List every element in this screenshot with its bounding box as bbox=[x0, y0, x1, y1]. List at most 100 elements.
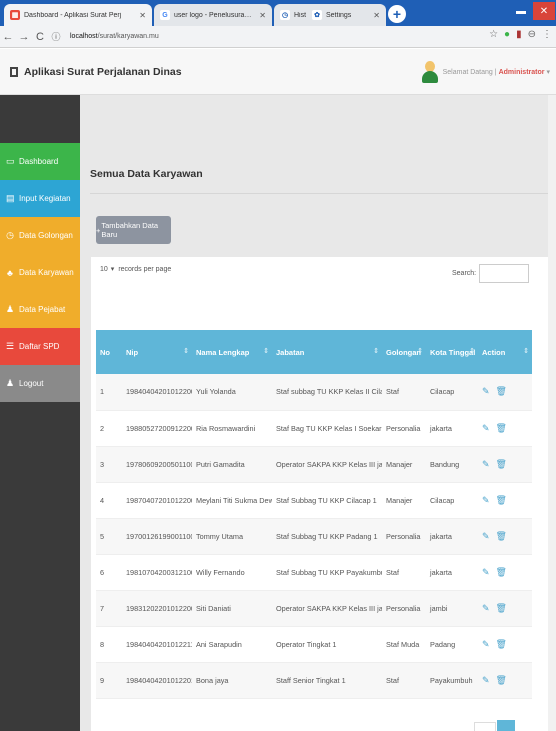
cell-jabatan: Staf subbag TU KKP Kelas II Cilacap bbox=[272, 374, 382, 411]
cell-kota: jambi bbox=[426, 590, 478, 627]
trash-icon[interactable]: 🗑 bbox=[496, 495, 507, 505]
trash-icon[interactable]: 🗑 bbox=[496, 459, 507, 469]
sort-icon: ⇕ bbox=[263, 348, 269, 355]
cell-jabatan: Staf Subbag TU KKP Cilacap 1 bbox=[272, 482, 382, 519]
sidebar-item-data-golongan[interactable]: ◷ Data Golongan bbox=[0, 217, 80, 254]
edit-icon[interactable]: ✎ bbox=[482, 386, 490, 396]
star-icon[interactable]: ☆ bbox=[489, 29, 498, 40]
column-header-nama[interactable]: Nama Lengkap ⇕ bbox=[192, 330, 272, 374]
sidebar-item-logout[interactable]: ♟ Logout bbox=[0, 365, 80, 402]
column-header-golongan[interactable]: Golongan ⇕ bbox=[382, 330, 426, 374]
trash-icon[interactable]: 🗑 bbox=[496, 531, 507, 541]
cell-golongan: Manajer bbox=[382, 482, 426, 519]
back-icon[interactable]: ← bbox=[0, 31, 16, 43]
trash-icon[interactable]: 🗑 bbox=[496, 567, 507, 577]
trash-icon[interactable]: 🗑 bbox=[496, 423, 507, 433]
cell-golongan: Staf bbox=[382, 374, 426, 411]
table-row: 7 198312022010122002 Siti Daniati Operat… bbox=[96, 590, 532, 627]
edit-icon[interactable]: ✎ bbox=[482, 459, 490, 469]
cell-kota: Payakumbuh bbox=[426, 662, 478, 699]
sidebar-item-daftar-spd[interactable]: ☰ Daftar SPD bbox=[0, 328, 80, 365]
sidebar-item-input-kegiatan[interactable]: ▤ Input Kegiatan bbox=[0, 180, 80, 217]
extension-icon-2[interactable]: ▮ bbox=[516, 29, 522, 40]
edit-icon[interactable]: ✎ bbox=[482, 495, 490, 505]
cell-nama: Meylani Titi Sukma Dewi bbox=[192, 482, 272, 519]
trash-icon[interactable]: 🗑 bbox=[496, 386, 507, 396]
cell-nama: Putri Gamadita bbox=[192, 446, 272, 483]
sidebar-item-dashboard[interactable]: ▭ Dashboard bbox=[0, 143, 80, 180]
trash-icon[interactable]: 🗑 bbox=[496, 675, 507, 685]
cell-golongan: Staf bbox=[382, 554, 426, 591]
edit-icon[interactable]: ✎ bbox=[482, 531, 490, 541]
edit-icon[interactable]: ✎ bbox=[482, 639, 490, 649]
cell-nip: 198404042010122011 bbox=[122, 662, 192, 699]
account-icon[interactable]: ⊖ bbox=[528, 29, 536, 40]
table-row: 1 198404042010122003 Yuli Yolanda Staf s… bbox=[96, 374, 532, 411]
table-row: 2 198805272009122001 Ria Rosmawardini St… bbox=[96, 410, 532, 447]
close-icon[interactable]: ✕ bbox=[373, 11, 380, 20]
cell-nama: Bona jaya bbox=[192, 662, 272, 699]
chevron-down-icon: ▾ bbox=[546, 69, 550, 76]
gear-icon: ✿ bbox=[312, 10, 322, 20]
close-window-icon[interactable]: ✕ bbox=[533, 2, 555, 20]
info-icon[interactable]: ⓘ bbox=[48, 30, 64, 43]
document-icon: ▤ bbox=[6, 193, 15, 203]
add-data-button[interactable]: + Tambahkan Data Baru bbox=[96, 216, 171, 244]
new-tab-button[interactable]: + bbox=[388, 5, 406, 23]
browser-tab-google[interactable]: G user logo - Penelusuran Google ✕ bbox=[154, 4, 272, 26]
cell-golongan: Personalia bbox=[382, 518, 426, 555]
sort-icon: ⇕ bbox=[183, 348, 189, 355]
sidebar-item-data-karyawan[interactable]: ♣ Data Karyawan bbox=[0, 254, 80, 291]
cell-no: 8 bbox=[96, 626, 122, 663]
table-row: 6 198107042003121003 Willy Fernando Staf… bbox=[96, 554, 532, 591]
edit-icon[interactable]: ✎ bbox=[482, 567, 490, 577]
app-brand[interactable]: Aplikasi Surat Perjalanan Dinas bbox=[10, 66, 182, 78]
scrollbar[interactable] bbox=[548, 95, 556, 731]
pagination-current[interactable] bbox=[497, 720, 515, 731]
column-header-jabatan[interactable]: Jabatan ⇕ bbox=[272, 330, 382, 374]
column-header-action[interactable]: Action ⇕ bbox=[478, 330, 532, 374]
column-header-nip[interactable]: Nip ⇕ bbox=[122, 330, 192, 374]
minimize-icon[interactable]: ▬ bbox=[510, 2, 532, 20]
chevron-down-icon: ▾ bbox=[110, 266, 115, 273]
sidebar-item-data-pejabat[interactable]: ♟ Data Pejabat bbox=[0, 291, 80, 328]
user-menu[interactable]: Selamat Datang | Administrator ▾ bbox=[421, 61, 550, 83]
table-row: 3 197806092005011003 Putri Gamadita Oper… bbox=[96, 446, 532, 483]
cell-jabatan: Staf Subbag TU KKP Padang 1 bbox=[272, 518, 382, 555]
url-field[interactable]: localhost/surat/karyawan.mu bbox=[70, 33, 159, 40]
cell-nama: Ria Rosmawardini bbox=[192, 410, 272, 447]
close-icon[interactable]: ✕ bbox=[139, 11, 146, 20]
edit-icon[interactable]: ✎ bbox=[482, 675, 490, 685]
column-header-kota[interactable]: Kota Tinggal ⇕ bbox=[426, 330, 478, 374]
edit-icon[interactable]: ✎ bbox=[482, 423, 490, 433]
cell-kota: jakarta bbox=[426, 410, 478, 447]
sort-icon: ⇕ bbox=[523, 348, 529, 355]
cell-jabatan: Staf Bag TU KKP Kelas I Soekarno Hatta bbox=[272, 410, 382, 447]
pagination-prev[interactable] bbox=[474, 722, 496, 731]
address-bar: ← → C ⓘ localhost/surat/karyawan.mu ☆ ● … bbox=[0, 26, 556, 48]
extension-icon[interactable]: ● bbox=[504, 29, 510, 40]
forward-icon[interactable]: → bbox=[16, 31, 32, 43]
trash-icon[interactable]: 🗑 bbox=[496, 639, 507, 649]
close-icon[interactable]: ✕ bbox=[259, 11, 266, 20]
avatar bbox=[421, 61, 438, 83]
users-icon: ♣ bbox=[7, 267, 13, 278]
cell-jabatan: Operator SAKPA KKP Kelas III jambi bbox=[272, 590, 382, 627]
cell-jabatan: Operator Tingkat 1 bbox=[272, 626, 382, 663]
cell-golongan: Personalia bbox=[382, 410, 426, 447]
plus-icon: + bbox=[96, 225, 101, 235]
search-input[interactable] bbox=[479, 264, 530, 283]
page-icon: ▦ bbox=[10, 10, 20, 20]
edit-icon[interactable]: ✎ bbox=[482, 603, 490, 613]
reload-icon[interactable]: C bbox=[32, 31, 48, 43]
trash-icon[interactable]: 🗑 bbox=[496, 603, 507, 613]
browser-tab-dashboard[interactable]: ▦ Dashboard - Aplikasi Surat Perj ✕ bbox=[4, 4, 152, 26]
column-header-no[interactable]: No bbox=[96, 330, 122, 374]
cell-nip: 198404042010122003 bbox=[122, 374, 192, 411]
cell-kota: jakarta bbox=[426, 518, 478, 555]
menu-icon[interactable]: ⋮ bbox=[542, 29, 552, 40]
cell-kota: Padang bbox=[426, 626, 478, 663]
cell-kota: jakarta bbox=[426, 554, 478, 591]
browser-tab-settings[interactable]: ✿ Settings ✕ bbox=[306, 4, 386, 26]
records-per-page-select[interactable]: 10 ▾ bbox=[100, 265, 114, 273]
